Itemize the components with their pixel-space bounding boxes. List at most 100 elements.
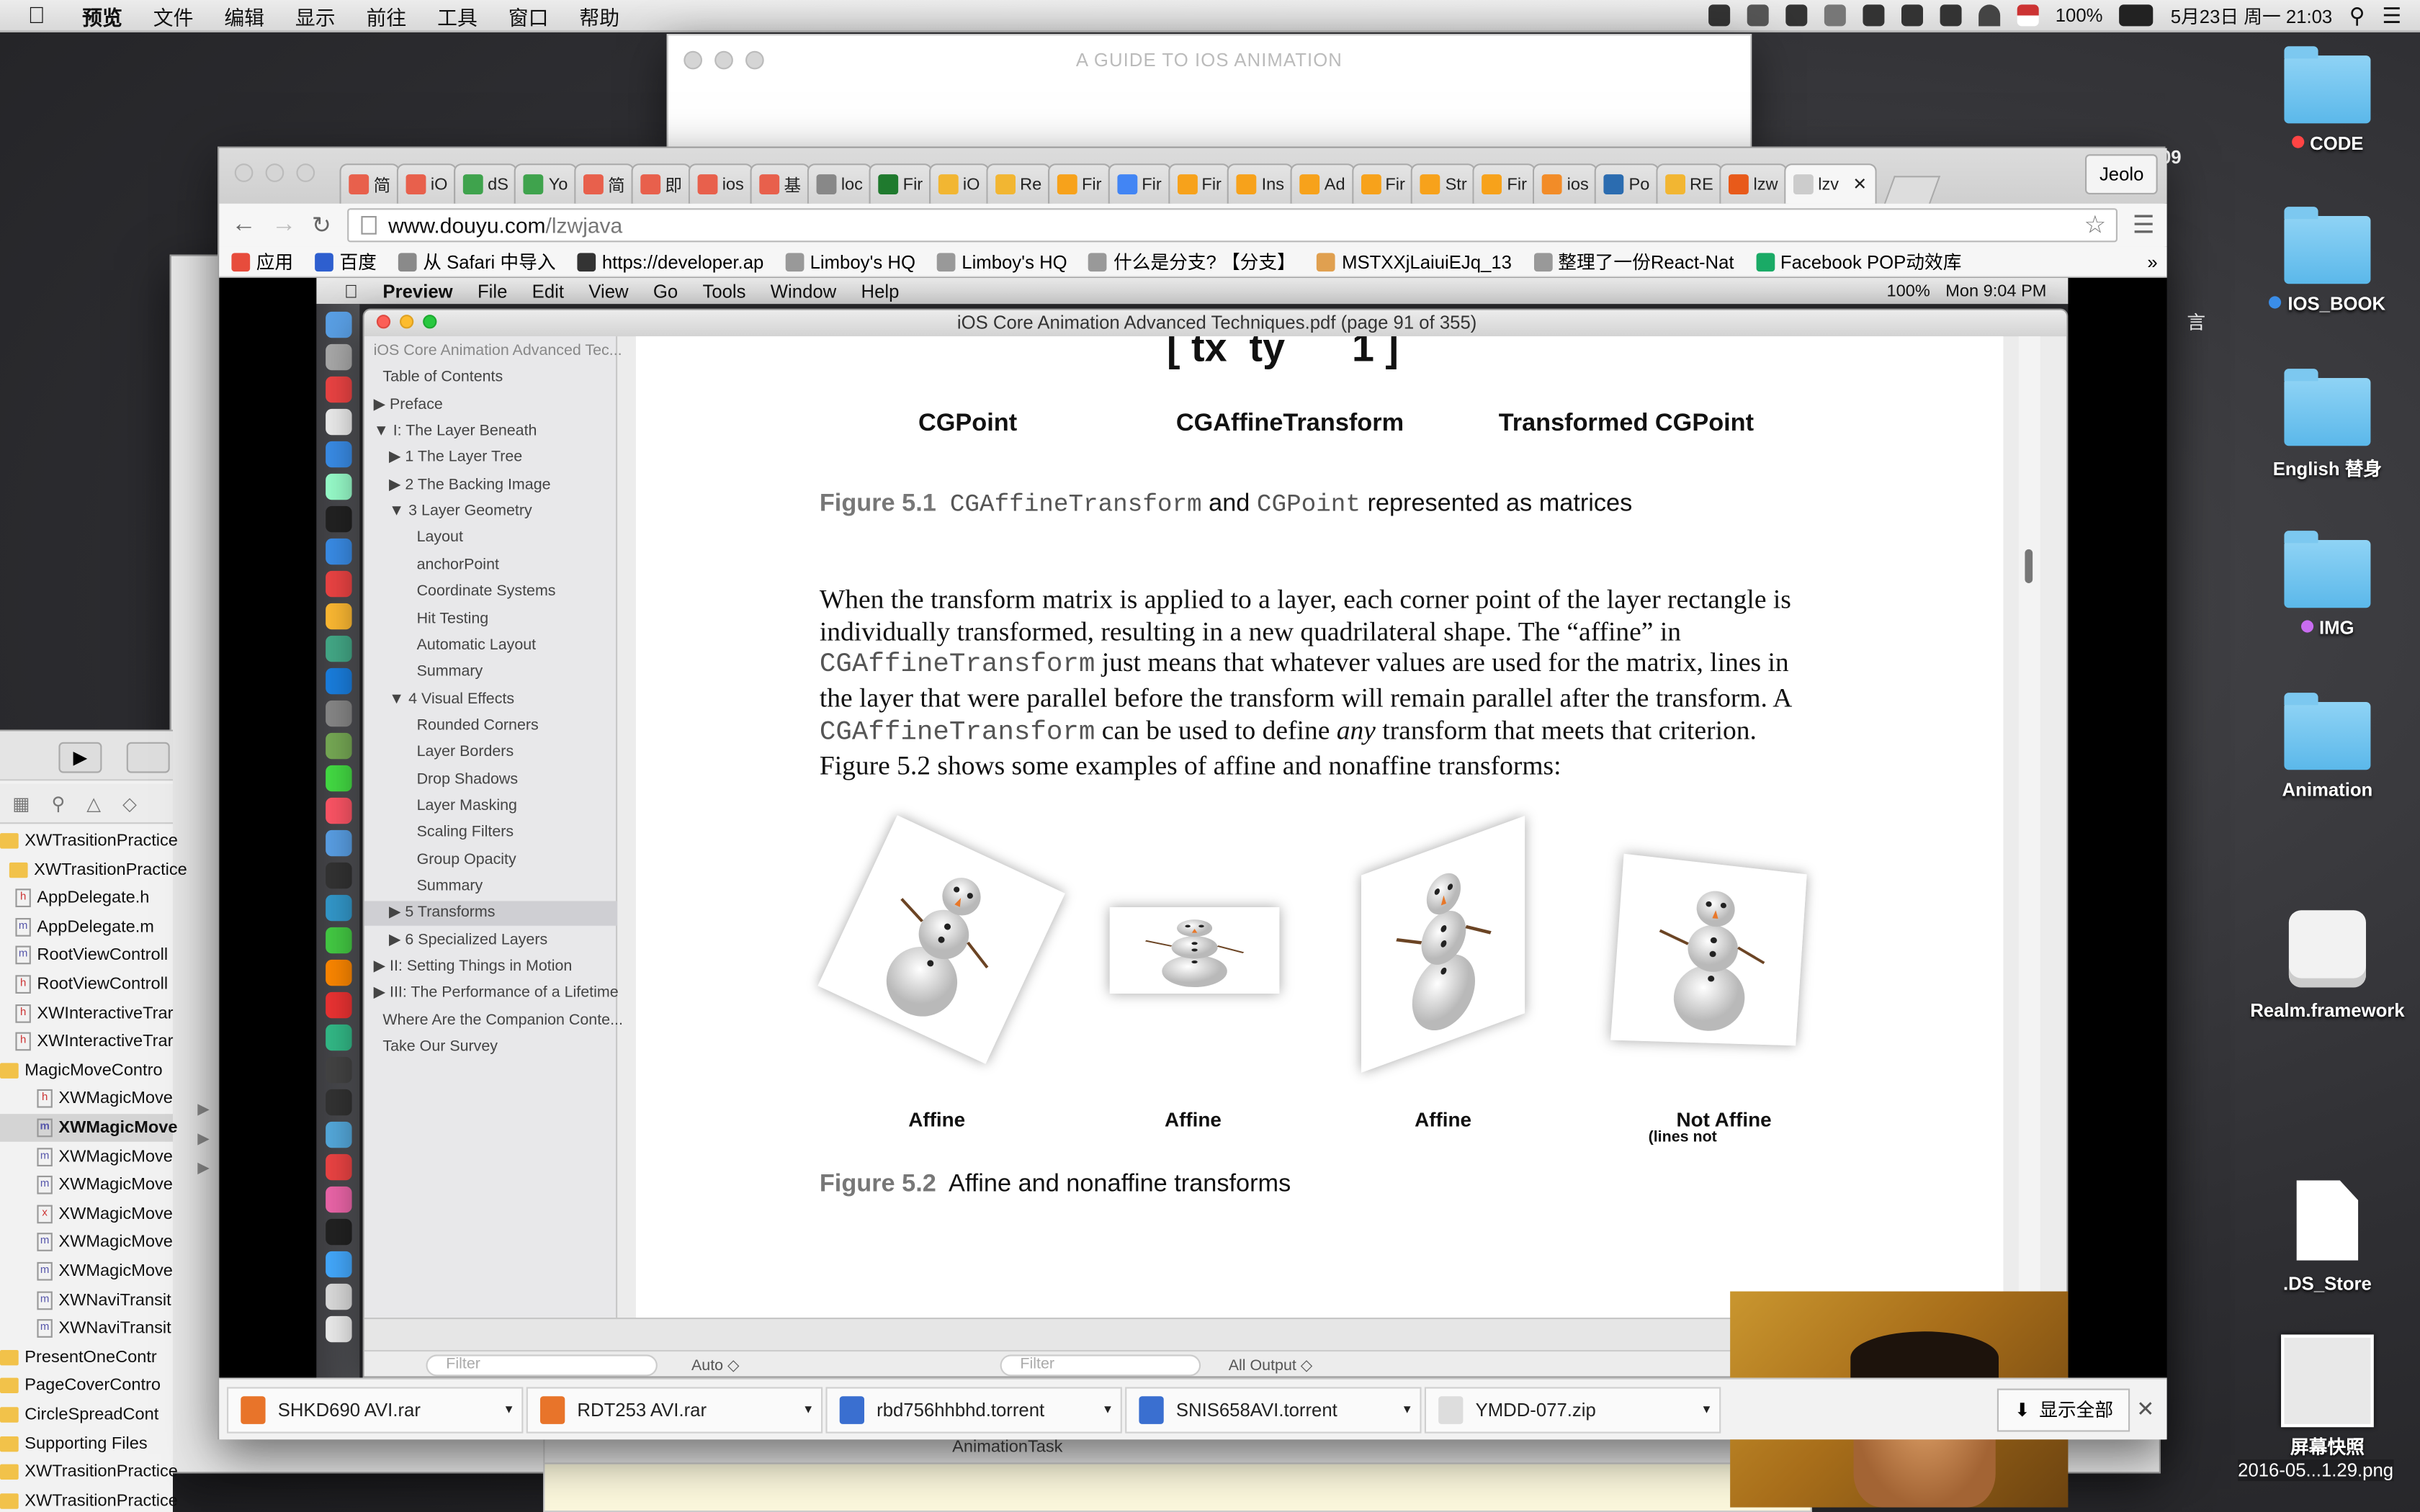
bookmark-item[interactable]: 整理了一份React-Nat	[1533, 248, 1734, 274]
menu-item[interactable]: 帮助	[564, 1, 635, 30]
file-navigator-item[interactable]: m RootViewControll	[0, 942, 173, 970]
bookmark-star-icon[interactable]: ☆	[2084, 210, 2107, 240]
status-icon[interactable]	[1785, 4, 1807, 26]
file-navigator-item[interactable]: m XWMagicMove	[0, 1143, 173, 1171]
bookmark-item[interactable]: Facebook POP动效库	[1756, 248, 1962, 274]
browser-tab[interactable]: 即	[631, 163, 691, 204]
browser-tab[interactable]: Str	[1411, 163, 1476, 204]
file-navigator-item[interactable]: h XWMagicMove	[0, 1085, 173, 1113]
browser-tab[interactable]: Re	[986, 163, 1051, 204]
warning-icon[interactable]: △	[86, 792, 101, 814]
desktop-icon[interactable]: Animation	[2243, 702, 2413, 801]
reload-icon[interactable]: ↻	[312, 212, 331, 240]
close-tab-icon[interactable]: ✕	[1852, 174, 1867, 194]
file-navigator-item[interactable]: XWTrasitionPractice	[0, 855, 173, 883]
download-item[interactable]: YMDD-077.zip ▾	[1425, 1386, 1721, 1432]
stop-button[interactable]	[127, 742, 170, 773]
menu-item[interactable]: 工具	[422, 1, 493, 30]
browser-tab[interactable]: lzw	[1719, 163, 1787, 204]
file-navigator-item[interactable]: Supporting Files	[0, 1430, 173, 1458]
browser-tab[interactable]: Fir	[1473, 163, 1536, 204]
status-icon[interactable]	[1901, 4, 1922, 26]
browser-tab[interactable]: lzv ✕	[1784, 163, 1876, 204]
browser-tab[interactable]: Fir	[1108, 163, 1170, 204]
battery-icon[interactable]	[2120, 4, 2154, 26]
flag-icon[interactable]	[2017, 4, 2038, 26]
menu-item[interactable]: 文件	[138, 1, 209, 30]
filter-field-2[interactable]: Filter	[1000, 1354, 1201, 1376]
desktop-icon[interactable]: CODE	[2243, 55, 2413, 154]
menu-item[interactable]: 窗口	[493, 1, 564, 30]
browser-tab[interactable]: iO	[929, 163, 990, 204]
browser-tab[interactable]: Fir	[869, 163, 932, 204]
spotlight-icon[interactable]: ⚲	[2349, 2, 2365, 28]
status-icon[interactable]	[1708, 4, 1730, 26]
desktop-icon[interactable]: .DS_Store	[2243, 1180, 2413, 1295]
file-navigator-item[interactable]: CircleSpreadCont	[0, 1401, 173, 1429]
browser-tab[interactable]: Yo	[515, 163, 578, 204]
browser-tab[interactable]: Fir	[1048, 163, 1111, 204]
notification-center-icon[interactable]: ☰	[2382, 2, 2401, 28]
download-item[interactable]: RDT253 AVI.rar ▾	[526, 1386, 823, 1432]
bookmark-item[interactable]: https://developer.ap	[578, 251, 764, 272]
file-navigator-item[interactable]: XWTrasitionPractice	[0, 1458, 173, 1486]
browser-tab[interactable]: iO	[397, 163, 457, 204]
bookmark-item[interactable]: 百度	[315, 248, 377, 274]
bookmark-item[interactable]: Limboy's HQ	[937, 251, 1067, 272]
file-navigator-item[interactable]: m AppDelegate.m	[0, 913, 173, 941]
download-item[interactable]: SHKD690 AVI.rar ▾	[227, 1386, 523, 1432]
profile-button[interactable]: Jeolo	[2086, 154, 2158, 194]
browser-tab[interactable]: RE	[1656, 163, 1723, 204]
browser-tab[interactable]: loc	[807, 163, 872, 204]
file-navigator-item[interactable]: XWTrasitionPractice	[0, 827, 173, 855]
menu-item[interactable]: 显示	[279, 1, 351, 30]
auto-select[interactable]: Auto ◇	[691, 1358, 740, 1375]
new-tab-button[interactable]	[1883, 176, 1940, 204]
file-navigator-item[interactable]: m XWNaviTransit	[0, 1286, 173, 1314]
browser-tab[interactable]: Ins	[1227, 163, 1293, 204]
menu-icon[interactable]: ☰	[2133, 210, 2155, 240]
file-navigator-item[interactable]: XWTrasitionPractice	[0, 1487, 173, 1512]
address-bar[interactable]: www.douyu.com/lzwjava ☆	[346, 208, 2117, 242]
all-output-select[interactable]: All Output ◇	[1229, 1358, 1313, 1375]
file-navigator-item[interactable]: h XWInteractiveTrar	[0, 999, 173, 1027]
browser-tab[interactable]: Fir	[1168, 163, 1230, 204]
search-icon[interactable]: ⚲	[51, 792, 65, 814]
file-navigator-item[interactable]: m XWMagicMove	[0, 1229, 173, 1257]
status-icon[interactable]	[1940, 4, 1961, 26]
folder-icon[interactable]: ▦	[12, 792, 30, 814]
forward-icon[interactable]: →	[272, 212, 296, 240]
menu-item[interactable]: 编辑	[209, 1, 280, 30]
show-all-downloads-button[interactable]: ⬇ 显示全部	[1997, 1387, 2130, 1431]
run-button[interactable]: ▶	[58, 742, 102, 773]
file-navigator-item[interactable]: PresentOneContr	[0, 1344, 173, 1372]
download-menu-icon[interactable]: ▾	[1104, 1401, 1111, 1418]
download-menu-icon[interactable]: ▾	[506, 1401, 513, 1418]
download-item[interactable]: rbd756hhbhd.torrent ▾	[825, 1386, 1121, 1432]
desktop-icon[interactable]: IMG	[2243, 540, 2413, 639]
browser-tab[interactable]: Fir	[1351, 163, 1414, 204]
file-navigator-item[interactable]: m XWNaviTransit	[0, 1315, 173, 1343]
browser-tab[interactable]: 基	[750, 163, 810, 204]
download-menu-icon[interactable]: ▾	[805, 1401, 812, 1418]
browser-tab[interactable]: dS	[454, 163, 518, 204]
back-icon[interactable]: ←	[231, 212, 256, 240]
desktop-icon[interactable]: English 替身	[2243, 378, 2413, 482]
browser-tab[interactable]: ios	[689, 163, 753, 204]
close-downloads-icon[interactable]: ✕	[2136, 1396, 2154, 1422]
download-item[interactable]: SNIS658AVI.torrent ▾	[1125, 1386, 1421, 1432]
status-icon[interactable]	[1747, 4, 1768, 26]
download-menu-icon[interactable]: ▾	[1703, 1401, 1711, 1418]
status-icon[interactable]	[1863, 4, 1884, 26]
pdf-scrollbar[interactable]	[2019, 336, 2040, 1318]
more-bookmarks-icon[interactable]: »	[2147, 251, 2157, 272]
apple-menu-icon[interactable]: 	[0, 2, 67, 28]
bookmark-item[interactable]: 什么是分支? 【分支】	[1089, 248, 1296, 274]
wifi-icon[interactable]	[1978, 4, 2000, 26]
bookmark-item[interactable]: 从 Safari 中导入	[398, 248, 556, 274]
file-navigator-item[interactable]: PageCoverContro	[0, 1372, 173, 1400]
browser-tab[interactable]: ios	[1533, 163, 1597, 204]
browser-tab[interactable]: 简	[574, 163, 635, 204]
status-icon[interactable]	[1824, 4, 1845, 26]
file-navigator-item[interactable]: x XWMagicMove	[0, 1200, 173, 1228]
